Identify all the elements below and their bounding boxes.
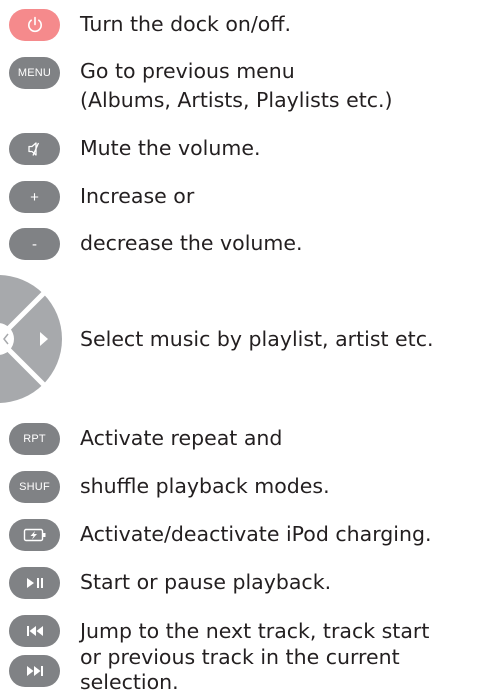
repeat-description: Activate repeat and bbox=[80, 426, 283, 450]
charging-description: Activate/deactivate iPod charging. bbox=[80, 522, 432, 546]
charging-button[interactable] bbox=[9, 519, 60, 551]
play-pause-description: Start or pause playback. bbox=[80, 570, 332, 594]
previous-track-icon bbox=[26, 626, 43, 636]
repeat-button-label: RPT bbox=[23, 433, 46, 445]
repeat-button[interactable]: RPT bbox=[9, 423, 60, 455]
previous-track-button[interactable] bbox=[9, 615, 60, 647]
select-description: Select music by playlist, artist etc. bbox=[80, 327, 434, 351]
play-pause-button[interactable] bbox=[9, 567, 60, 599]
menu-description-line2: (Albums, Artists, Playlists etc.) bbox=[80, 88, 393, 112]
menu-description-line1: Go to previous menu bbox=[80, 59, 295, 83]
next-track-icon bbox=[26, 666, 43, 676]
decrease-description: decrease the volume. bbox=[80, 231, 303, 255]
increase-description: Increase or bbox=[80, 184, 195, 208]
shuffle-button[interactable]: SHUF bbox=[9, 471, 60, 503]
shuffle-button-label: SHUF bbox=[19, 481, 50, 493]
next-track-button[interactable] bbox=[9, 655, 60, 687]
battery-charging-icon bbox=[23, 528, 45, 542]
shuffle-description: shuffle playback modes. bbox=[80, 474, 330, 498]
jump-description-line3: selection. bbox=[80, 670, 179, 694]
mute-description: Mute the volume. bbox=[80, 136, 261, 160]
power-description: Turn the dock on/off. bbox=[80, 12, 291, 36]
play-pause-icon bbox=[26, 578, 43, 588]
jump-description-line1: Jump to the next track, track start bbox=[80, 619, 430, 643]
